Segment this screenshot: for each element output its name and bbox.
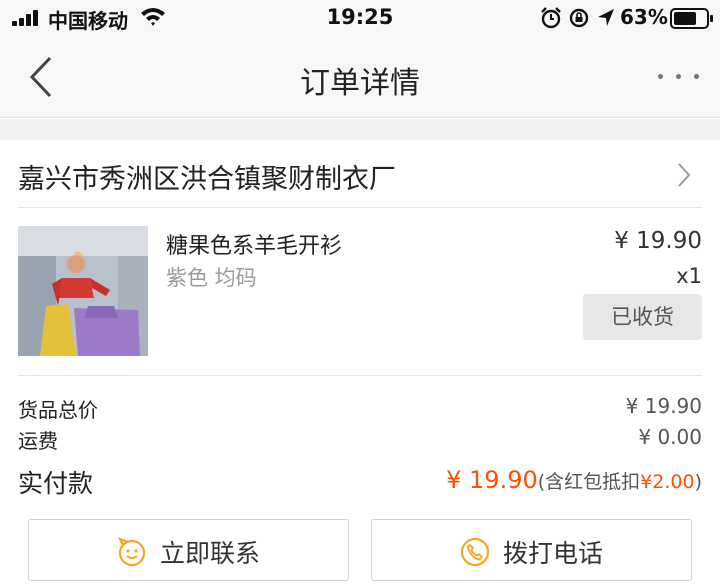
contact-now-button[interactable]: 立即联系: [28, 519, 349, 581]
nav-bar: 订单详情: [0, 36, 720, 118]
product-quantity: x1: [676, 264, 702, 288]
alarm-icon: [541, 7, 561, 29]
status-bar: 中国移动 19:25 63%: [0, 0, 720, 36]
battery-percent: 63%: [620, 5, 668, 29]
goods-total-value: ¥ 19.90: [625, 394, 702, 418]
section-gap: [0, 119, 720, 140]
page-title: 订单详情: [300, 66, 420, 101]
product-thumbnail: [18, 226, 148, 356]
more-button[interactable]: [654, 64, 704, 88]
call-phone-button[interactable]: 拨打电话: [371, 519, 692, 581]
received-status-button[interactable]: 已收货: [583, 294, 702, 340]
paid-note-prefix: (含红包抵扣: [537, 471, 641, 493]
paid-note-suffix: ): [694, 471, 702, 493]
phone-icon: [460, 537, 490, 567]
paid-amount: ¥ 19.90: [446, 466, 538, 494]
contact-now-label: 立即联系: [160, 539, 261, 568]
shipping-row: 运费 ¥ 0.00: [18, 425, 702, 455]
chat-face-icon: [117, 537, 146, 567]
divider: [18, 375, 702, 376]
goods-total-label: 货品总价: [18, 398, 98, 422]
product-title: 糖果色系羊毛开衫: [166, 234, 343, 259]
chevron-right-icon: [678, 163, 691, 187]
shipping-label: 运费: [18, 429, 58, 453]
location-arrow-icon: [598, 9, 614, 26]
product-price: ¥ 19.90: [614, 228, 702, 254]
rotation-lock-icon: [569, 8, 589, 28]
paid-discount: ¥2.00: [640, 471, 695, 493]
paid-label: 实付款: [18, 469, 94, 498]
shipping-value: ¥ 0.00: [638, 425, 702, 449]
paid-row: 实付款 ¥ 19.90(含红包抵扣¥2.00): [18, 464, 702, 500]
battery-icon: [670, 8, 713, 29]
goods-total-row: 货品总价 ¥ 19.90: [18, 394, 702, 424]
call-phone-label: 拨打电话: [503, 539, 604, 568]
paid-summary: ¥ 19.90(含红包抵扣¥2.00): [446, 466, 702, 494]
shop-row[interactable]: 嘉兴市秀洲区洪合镇聚财制衣厂: [0, 140, 720, 208]
shop-name: 嘉兴市秀洲区洪合镇聚财制衣厂: [18, 164, 396, 195]
product-spec: 紫色 均码: [166, 266, 257, 290]
product-item[interactable]: 糖果色系羊毛开衫 紫色 均码 ¥ 19.90 x1 已收货: [0, 208, 720, 376]
